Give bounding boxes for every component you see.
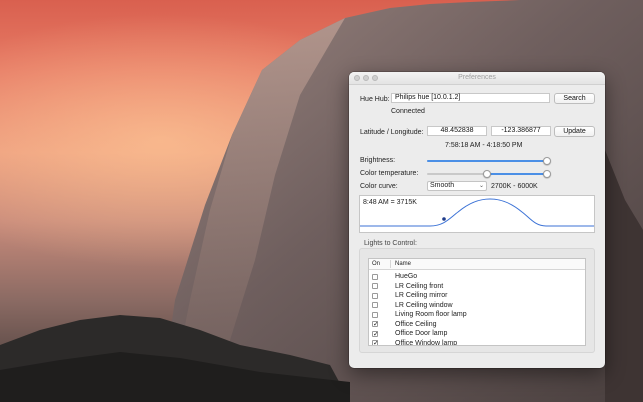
color-curve-graph: 8:48 AM = 3715K <box>359 195 595 233</box>
lights-table-header: On Name <box>369 259 585 270</box>
color-curve-plot <box>360 198 594 227</box>
light-checkbox[interactable] <box>372 273 378 280</box>
light-row[interactable]: ✓ Office Door lamp <box>369 329 585 339</box>
brightness-label: Brightness: <box>360 157 396 164</box>
brightness-slider[interactable] <box>427 159 547 162</box>
light-checkbox[interactable] <box>372 311 378 318</box>
color-curve-label: Color curve: <box>360 183 398 190</box>
light-row[interactable]: Living Room floor lamp <box>369 310 585 320</box>
light-name: Office Door lamp <box>395 330 448 337</box>
daylight-hours: 7:58:18 AM - 4:18:50 PM <box>445 142 523 149</box>
light-name: LR Ceiling window <box>395 301 453 309</box>
light-name: LR Ceiling front <box>395 282 444 290</box>
lat-long-label: Latitude / Longitude: <box>360 129 424 136</box>
color-temperature-high-knob[interactable] <box>543 169 551 178</box>
window-titlebar[interactable]: Preferences <box>349 72 605 85</box>
column-on-header[interactable]: On <box>372 259 380 269</box>
light-checkbox[interactable]: ✓ <box>372 330 379 338</box>
light-name: HueGo <box>395 273 418 280</box>
column-separator <box>390 260 391 268</box>
color-curve-select[interactable]: Smooth ⌄ <box>427 181 487 191</box>
current-time-marker <box>442 217 446 221</box>
lights-group-label: Lights to Control: <box>364 240 417 247</box>
color-temperature-slider-fill <box>487 172 547 175</box>
latitude-field[interactable]: 48.452838 <box>427 126 487 136</box>
window-title: Preferences <box>458 74 496 81</box>
light-row[interactable]: LR Ceiling front <box>369 282 585 292</box>
light-name: LR Ceiling mirror <box>395 292 448 299</box>
light-name: Living Room floor lamp <box>395 311 467 318</box>
brightness-slider-knob[interactable] <box>543 156 551 165</box>
longitude-field[interactable]: -123.386877 <box>491 126 551 136</box>
light-row[interactable]: LR Ceiling window <box>369 301 585 311</box>
light-checkbox[interactable]: ✓ <box>372 321 379 328</box>
light-row[interactable]: HueGo <box>369 272 585 282</box>
chevron-down-icon: ⌄ <box>478 183 484 189</box>
hue-hub-label: Hue Hub: <box>360 96 390 103</box>
light-checkbox[interactable] <box>372 302 378 308</box>
color-curve-selected: Smooth <box>430 182 455 189</box>
preferences-window: Preferences Hue Hub: Philips hue [10.0.1… <box>349 72 605 368</box>
lights-table[interactable]: On Name HueGo LR Ceiling front LR Ceiling … <box>368 258 586 346</box>
light-name: Office Window lamp <box>395 339 458 346</box>
light-row[interactable]: ✓ Office Window lamp <box>369 339 585 346</box>
light-checkbox[interactable]: ✓ <box>372 340 379 345</box>
brightness-slider-fill <box>427 159 547 162</box>
hue-hub-field[interactable]: Philips hue [10.0.1.2] <box>391 93 550 103</box>
light-name: Office Ceiling <box>395 320 437 328</box>
color-curve-line <box>360 198 594 227</box>
light-row[interactable]: ✓ Office Ceiling <box>369 320 585 330</box>
update-button[interactable]: Update <box>554 126 595 137</box>
color-temperature-label: Color temperature: <box>360 170 419 177</box>
column-name-header[interactable]: Name <box>395 259 411 269</box>
color-temperature-low-knob[interactable] <box>483 169 491 178</box>
light-row[interactable]: LR Ceiling mirror <box>369 291 585 301</box>
color-range-text: 2700K - 6000K <box>491 183 538 190</box>
light-checkbox[interactable] <box>372 292 378 299</box>
light-checkbox[interactable] <box>372 283 378 289</box>
connection-status: Connected <box>391 108 425 115</box>
search-button[interactable]: Search <box>554 93 595 104</box>
